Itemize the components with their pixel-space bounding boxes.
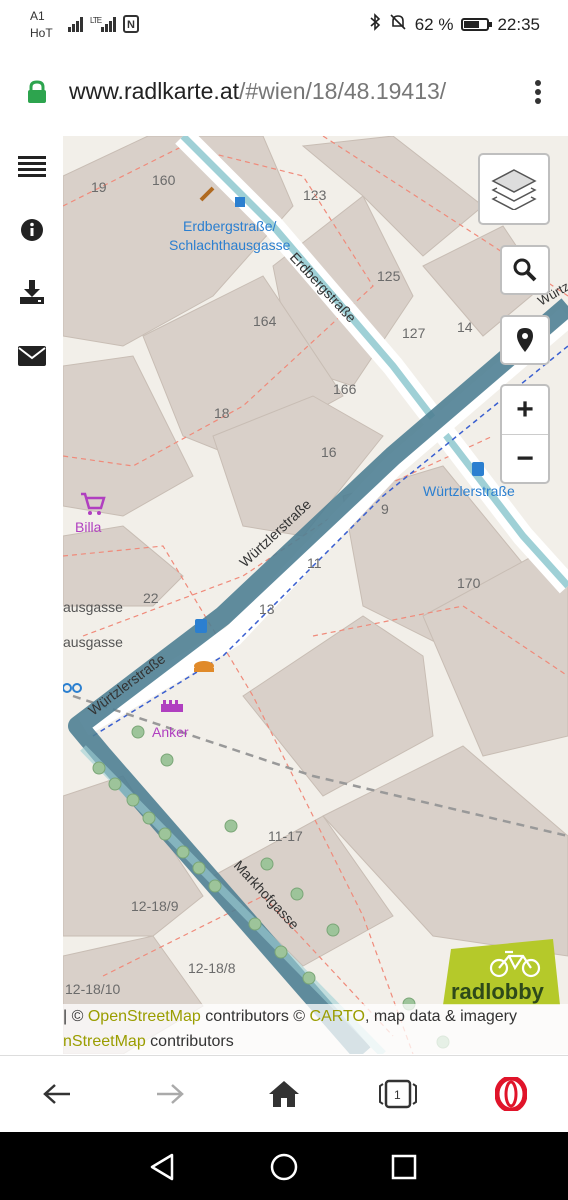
attribution-contrib-2: contributors: [145, 1033, 234, 1050]
url-host: www.radlkarte.at: [69, 78, 240, 104]
shop-label: Anker: [152, 724, 189, 740]
search-button[interactable]: [500, 245, 550, 295]
lock-icon[interactable]: [26, 80, 48, 103]
house-number: 164: [253, 313, 277, 329]
kebab-menu-icon[interactable]: [534, 78, 542, 106]
tabs-button[interactable]: 1: [378, 1074, 418, 1114]
carrier-line-1: A1: [30, 9, 45, 23]
triangle-back-icon[interactable]: [146, 1150, 180, 1184]
carrier-label: A1 HoT: [30, 8, 53, 42]
stop-label: Würtzlerstraße: [423, 483, 515, 499]
locate-button[interactable]: [500, 315, 550, 365]
carrier-line-2: HoT: [30, 26, 53, 40]
download-icon[interactable]: [17, 277, 47, 307]
address-bar: www.radlkarte.at/#wien/18/48.19413/: [0, 48, 568, 137]
house-number: 160: [152, 172, 176, 188]
house-number: 12-18/8: [188, 960, 236, 976]
stop-label: Erdbergstraße/: [183, 218, 276, 234]
house-number: 19: [91, 179, 107, 195]
map-sidebar: [0, 136, 65, 1054]
house-number: 125: [377, 268, 401, 284]
map-canvas[interactable]: 19 160 123 125 127 14 164 166 18 16 9 11…: [63, 136, 568, 1054]
location-pin-icon: [517, 328, 533, 352]
house-number: 9: [381, 501, 389, 517]
map-svg[interactable]: 19 160 123 125 127 14 164 166 18 16 9 11…: [63, 136, 568, 1054]
svg-text:N: N: [127, 19, 135, 31]
osm-link[interactable]: OpenStreetMap: [88, 1008, 201, 1025]
house-number: 14: [457, 319, 473, 335]
house-number: 123: [303, 187, 327, 203]
carto-link[interactable]: CARTO: [310, 1008, 365, 1025]
stop-label: Schlachthausgasse: [169, 237, 291, 253]
home-icon[interactable]: [264, 1074, 304, 1114]
poi-burger-icon: [194, 661, 214, 672]
house-number: 12-18/9: [131, 898, 179, 914]
status-bar: A1 HoT LTE N 62 % 22:35: [0, 0, 568, 48]
house-number: 170: [457, 575, 481, 591]
house-number: 11-17: [268, 828, 303, 844]
system-nav-bar: [0, 1132, 568, 1200]
attribution-line-1: | © OpenStreetMap contributors © CARTO, …: [63, 1004, 568, 1029]
attribution-rest: , map data & imagery: [364, 1008, 518, 1025]
attribution-contrib: contributors ©: [200, 1008, 310, 1025]
battery-fill: [464, 21, 480, 28]
house-number: 166: [333, 381, 357, 397]
url-path: /#wien/18/48.19413/: [239, 78, 447, 104]
info-icon[interactable]: [17, 215, 47, 245]
house-number: 16: [321, 444, 337, 460]
signal-icon: LTE N: [68, 14, 146, 37]
forward-arrow-icon[interactable]: [150, 1074, 190, 1114]
search-icon: [513, 258, 537, 282]
bluetooth-icon: [369, 13, 381, 36]
attribution-prefix: | ©: [63, 1008, 88, 1025]
circle-home-icon[interactable]: [267, 1150, 301, 1184]
clock: 22:35: [497, 14, 540, 34]
house-number: 11: [307, 555, 322, 571]
zoom-control: + −: [500, 384, 550, 484]
attribution-line-2: nStreetMap contributors: [63, 1029, 568, 1054]
map-attribution: | © OpenStreetMap contributors © CARTO, …: [63, 1004, 568, 1054]
square-recent-icon[interactable]: [387, 1150, 421, 1184]
house-number: 127: [402, 325, 426, 341]
house-number: 18: [214, 405, 230, 421]
battery-icon: [461, 18, 493, 31]
opera-icon[interactable]: [491, 1074, 531, 1114]
menu-list-icon[interactable]: [17, 151, 47, 181]
street-label: ausgasse: [63, 599, 123, 615]
house-number: 12-18/10: [65, 981, 120, 997]
network-type: LTE: [90, 16, 102, 25]
layers-button[interactable]: [478, 153, 550, 225]
radlobby-logo[interactable]: radlobby: [443, 939, 560, 1005]
back-arrow-icon[interactable]: [37, 1074, 77, 1114]
street-label: ausgasse: [63, 634, 123, 650]
url-field[interactable]: www.radlkarte.at/#wien/18/48.19413/: [69, 78, 446, 105]
battery-percent: 62 %: [414, 14, 454, 34]
shop-label: Billa: [75, 519, 102, 535]
status-right: 62 % 22:35: [369, 13, 540, 36]
logo-text: radlobby: [451, 979, 545, 1004]
layers-icon: [491, 169, 537, 210]
house-number: 22: [143, 590, 159, 606]
mute-icon: [389, 13, 407, 36]
zoom-out-button[interactable]: −: [502, 435, 548, 483]
house-number: 13: [259, 601, 275, 617]
mail-icon[interactable]: [17, 341, 47, 371]
browser-nav-bar: 1: [0, 1055, 568, 1133]
tabs-count: 1: [394, 1088, 401, 1102]
zoom-in-button[interactable]: +: [502, 386, 548, 434]
osm-link-2[interactable]: nStreetMap: [63, 1033, 146, 1050]
